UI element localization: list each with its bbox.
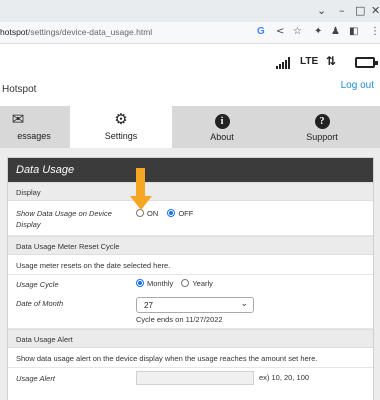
menu-icon[interactable]: ⋮ [370, 26, 380, 37]
browser-titlebar: ⌄ – □ ✕ [0, 0, 380, 22]
section-display: Display [8, 182, 373, 201]
usage-alert-label: Usage Alert [16, 374, 55, 383]
star-icon[interactable]: ☆ [293, 26, 302, 37]
battery-icon [355, 57, 378, 68]
tab-settings[interactable]: ⚙ Settings [70, 106, 172, 148]
usage-alert-input[interactable] [136, 371, 254, 385]
url-text[interactable]: hotspot/settings/device-data_usage.html [0, 27, 152, 37]
info-icon: i [214, 114, 230, 129]
monthly-label: Monthly [147, 279, 174, 288]
tab-label: About [210, 132, 234, 142]
section-reset-cycle: Data Usage Meter Reset Cycle [8, 236, 373, 255]
signal-icon [276, 57, 292, 69]
reset-description-row: Usage meter resets on the date selected … [8, 255, 373, 275]
usage-cycle-row: Usage Cycle Monthly Yearly [8, 275, 373, 293]
main-tabs: ✉ essages ⚙ Settings i About ? Support [0, 106, 380, 148]
help-icon: ? [314, 114, 330, 129]
profile-icon[interactable]: ♟ [331, 26, 340, 37]
tab-label: essages [17, 131, 51, 141]
alert-description-row: Show data usage alert on the device disp… [8, 348, 373, 368]
gear-icon: ⚙ [114, 110, 128, 128]
content-area: Data Usage Display Show Data Usage on De… [0, 148, 380, 400]
usage-alert-row: Usage Alert ex) 10, 20, 100 [8, 368, 373, 390]
date-of-month-label: Date of Month [16, 299, 64, 308]
display-row: Show Data Usage on Device Display ON OFF [8, 201, 373, 236]
show-usage-label: Show Data Usage on Device Display [16, 209, 112, 229]
date-of-month-select[interactable]: 27 ⌄ [136, 297, 254, 313]
google-icon[interactable]: G [257, 26, 265, 37]
share-icon[interactable]: < [276, 26, 284, 37]
logout-link[interactable]: Log out [341, 80, 374, 91]
tab-messages[interactable]: ✉ essages [0, 106, 70, 148]
tab-label: Settings [104, 131, 138, 141]
arrow-head [130, 196, 152, 210]
alert-description: Show data usage alert on the device disp… [16, 354, 318, 363]
url-host: hotspot [0, 27, 28, 37]
arrow-shaft [136, 168, 145, 198]
off-radio[interactable] [167, 209, 176, 217]
device-header: LTE ⇅ Hotspot Log out [0, 44, 380, 106]
maximize-icon[interactable]: □ [355, 4, 365, 17]
network-type: LTE [300, 56, 319, 67]
section-usage-alert: Data Usage Alert [8, 329, 373, 348]
usage-alert-hint: ex) 10, 20, 100 [259, 373, 310, 382]
envelope-icon: ✉ [11, 110, 25, 128]
panel-title: Data Usage [8, 158, 373, 182]
close-icon[interactable]: ✕ [371, 4, 380, 17]
minimize-icon[interactable]: – [339, 4, 345, 17]
chevron-down-icon[interactable]: ⌄ [317, 4, 326, 17]
address-bar[interactable]: hotspot/settings/device-data_usage.html … [0, 22, 380, 44]
date-of-month-row: Date of Month 27 ⌄ Cycle ends on 11/27/2… [8, 293, 373, 329]
page-title: Hotspot [2, 84, 37, 95]
data-usage-panel: Data Usage Display Show Data Usage on De… [7, 157, 374, 400]
monthly-radio[interactable] [136, 279, 144, 287]
date-of-month-value: 27 [144, 301, 153, 310]
annotation-arrow [130, 168, 152, 214]
tab-about[interactable]: i About [172, 106, 272, 148]
data-transfer-icon: ⇅ [326, 54, 337, 68]
tab-support[interactable]: ? Support [272, 106, 372, 148]
extension-icon[interactable]: ✦ [314, 26, 322, 37]
yearly-radio[interactable] [181, 279, 190, 287]
cycle-radio-group: Monthly Yearly [136, 279, 213, 288]
yearly-label: Yearly [192, 279, 213, 288]
tab-label: Support [306, 132, 338, 142]
cycle-ends-text: Cycle ends on 11/27/2022 [136, 315, 223, 324]
url-path: /settings/device-data_usage.html [27, 27, 153, 37]
usage-cycle-label: Usage Cycle [16, 280, 59, 289]
sidepanel-icon[interactable]: ◧ [349, 26, 358, 37]
chevron-down-icon: ⌄ [240, 299, 248, 309]
off-label: OFF [178, 209, 194, 218]
reset-description: Usage meter resets on the date selected … [16, 261, 171, 270]
